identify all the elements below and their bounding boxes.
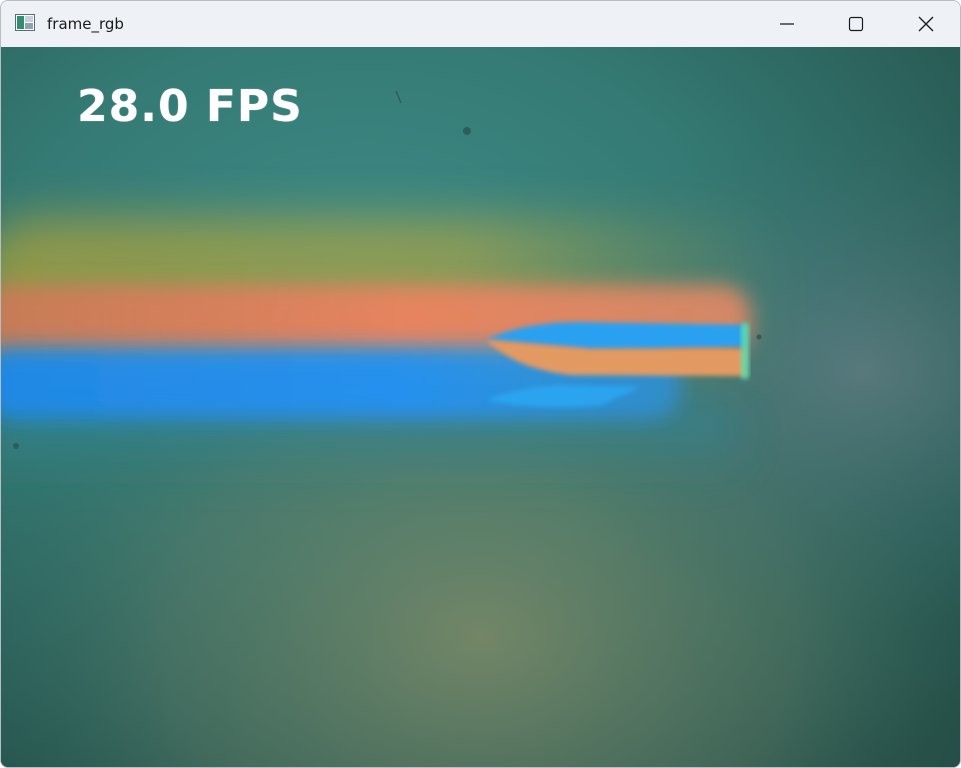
- maximize-button[interactable]: [821, 1, 891, 47]
- close-icon: [918, 16, 934, 32]
- close-button[interactable]: [891, 1, 960, 47]
- maximize-icon: [848, 16, 864, 32]
- fps-counter: 28.0 FPS: [77, 81, 303, 132]
- minimize-icon: [780, 23, 794, 25]
- minimize-button[interactable]: [752, 1, 822, 47]
- frame-image: [1, 47, 960, 767]
- title-bar[interactable]: frame_rgb: [1, 1, 960, 47]
- camera-frame: 28.0 FPS: [1, 47, 960, 767]
- window-title: frame_rgb: [47, 15, 124, 33]
- app-window: frame_rgb 28.0 FPS: [0, 0, 961, 768]
- app-icon: [15, 14, 35, 31]
